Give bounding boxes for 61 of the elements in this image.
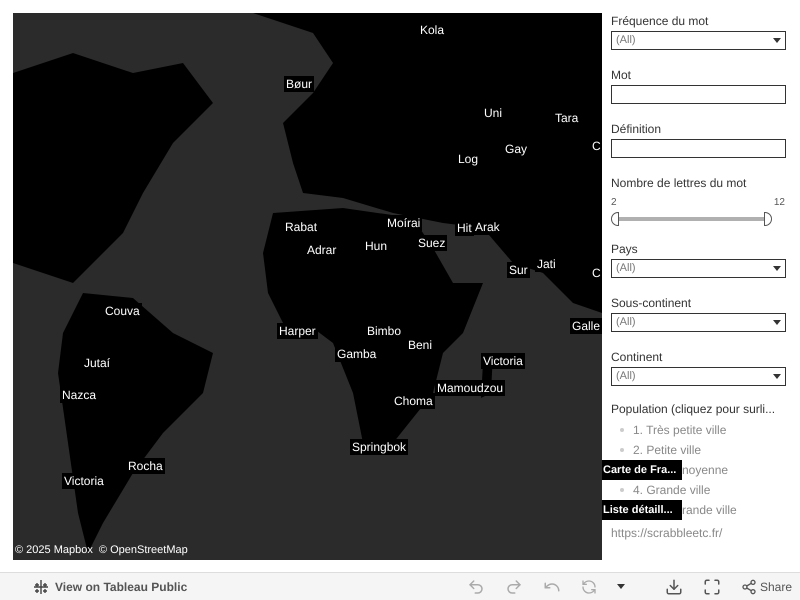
city-label: Sur	[507, 262, 530, 278]
input-field[interactable]	[611, 85, 786, 104]
dropdown-value: (All)	[616, 315, 636, 330]
website-link[interactable]: https://scrabbleetc.fr/	[611, 524, 722, 542]
city-label: Galle	[570, 318, 602, 334]
legend-item[interactable]: rande ville	[682, 501, 737, 519]
caret-icon	[773, 38, 781, 43]
slider-handle[interactable]	[611, 212, 619, 226]
dropdown-field[interactable]: (All)	[611, 31, 786, 50]
bullet-icon	[620, 488, 624, 492]
navigation-button[interactable]: Liste détaill...	[602, 500, 682, 520]
fullscreen-icon[interactable]	[702, 578, 721, 596]
city-label: Springbok	[350, 439, 408, 455]
city-label: Victoria	[62, 473, 106, 489]
share-icon	[740, 578, 757, 594]
city-label: Rocha	[126, 458, 165, 474]
input-field[interactable]	[611, 139, 786, 158]
filter-label: Fréquence du mot	[611, 14, 710, 29]
filter-label: Mot	[611, 68, 632, 83]
slider-handle[interactable]	[764, 212, 772, 226]
range-min-value: 2	[611, 196, 617, 210]
bullet-icon	[620, 428, 624, 432]
city-label: Bøur	[284, 76, 314, 92]
legend-item[interactable]: 4. Grande ville	[633, 481, 710, 499]
city-label: Arak	[473, 219, 502, 235]
city-label: Gamba	[335, 346, 378, 362]
city-label: Victoria	[481, 353, 525, 369]
city-label: Choma	[392, 393, 435, 409]
map-attribution: © 2025 Mapbox © OpenStreetMap	[15, 542, 188, 558]
caret-icon	[773, 266, 781, 271]
download-icon[interactable]	[664, 578, 683, 596]
legend-title: Population (cliquez pour surli...	[611, 401, 776, 418]
city-label: Nazca	[60, 387, 98, 403]
legend-item[interactable]: 1. Très petite ville	[633, 421, 726, 439]
city-label: Jati	[535, 256, 558, 272]
filter-label: Continent	[611, 350, 664, 365]
cross-plus-icon	[33, 578, 49, 594]
range-max-value: 12	[774, 196, 785, 210]
legend-item[interactable]: noyenne	[682, 461, 728, 479]
filter-label: Définition	[611, 122, 662, 137]
view-on-tableau-link[interactable]: View on Tableau Public	[33, 578, 188, 596]
filter-label: Nombre de lettres du mot	[611, 176, 748, 191]
dropdown-field[interactable]: (All)	[611, 313, 786, 332]
dropdown-value: (All)	[616, 33, 636, 48]
city-label: Moírai	[385, 215, 422, 231]
city-label: Harper	[277, 323, 318, 339]
city-label: Suez	[416, 235, 448, 251]
caret-icon	[616, 584, 625, 589]
navigation-button[interactable]: Carte de Fra...	[602, 460, 682, 480]
dropdown-value: (All)	[616, 369, 636, 384]
dropdown-field[interactable]: (All)	[611, 259, 786, 278]
city-label: Hit	[455, 220, 474, 236]
filter-label: Sous-continent	[611, 296, 692, 311]
share-button[interactable]: Share	[740, 578, 792, 596]
caret-icon	[773, 320, 781, 325]
filter-label: Pays	[611, 242, 639, 257]
caret-icon	[773, 374, 781, 379]
legend-item[interactable]: 2. Petite ville	[633, 441, 702, 459]
bullet-icon	[620, 448, 624, 452]
dropdown-field[interactable]: (All)	[611, 367, 786, 386]
dropdown-value: (All)	[616, 261, 636, 276]
